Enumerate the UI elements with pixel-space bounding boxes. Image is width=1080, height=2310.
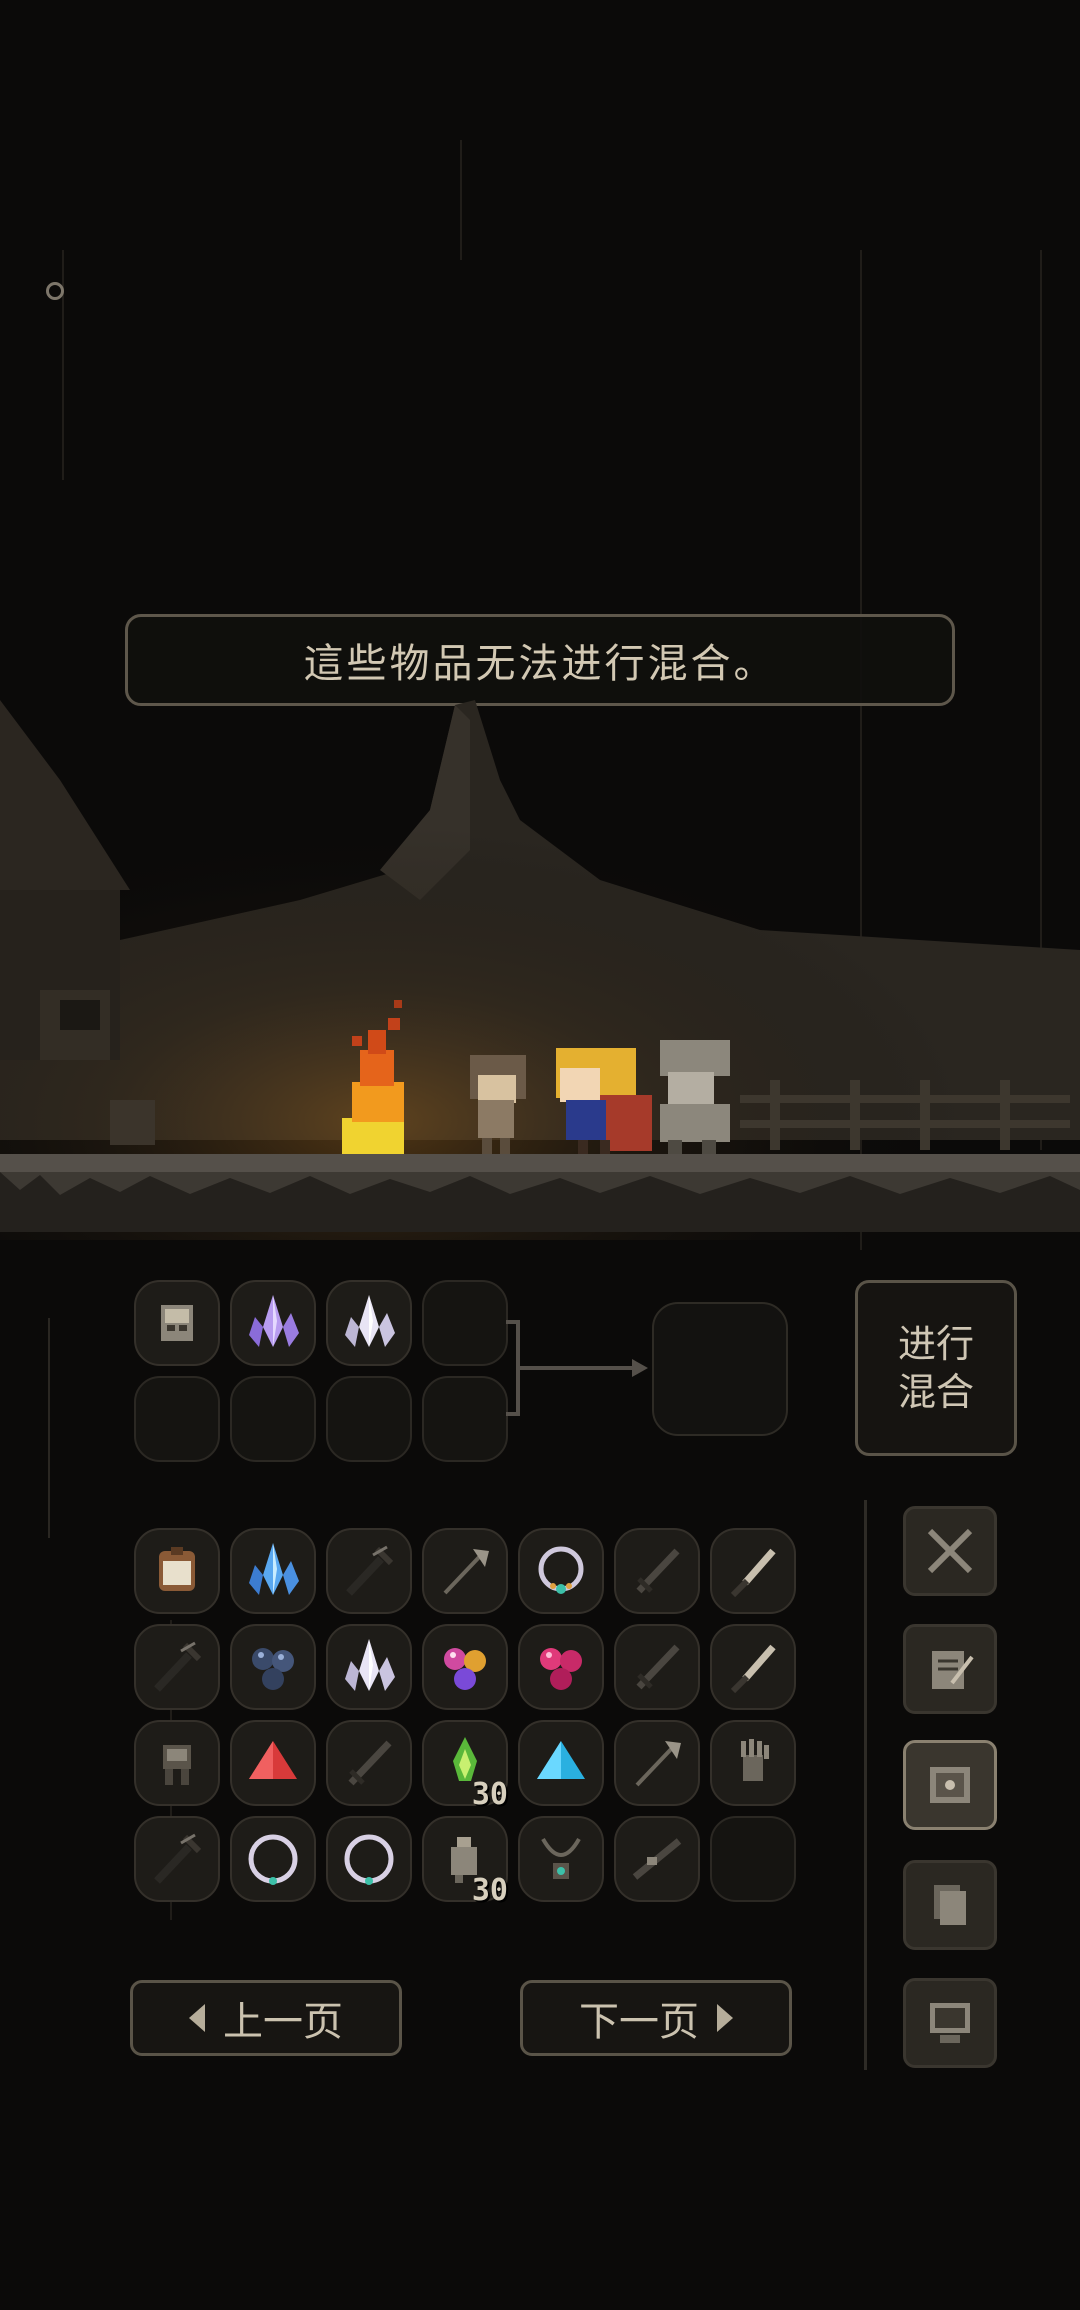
rain-streak: [62, 250, 64, 480]
bread-icon: [159, 1547, 195, 1591]
sword-icon: [636, 1548, 680, 1594]
inventory-slot[interactable]: [230, 1624, 316, 1710]
craft-slot-3[interactable]: [326, 1280, 412, 1366]
inventory-slot[interactable]: [710, 1720, 796, 1806]
craft-slot-7[interactable]: [326, 1376, 412, 1462]
inventory-slot[interactable]: [518, 1816, 604, 1902]
inventory-slot[interactable]: [614, 1816, 700, 1902]
armor-icon: [163, 1745, 191, 1785]
inventory-slot[interactable]: [326, 1528, 412, 1614]
inventory-grid: 30 30: [134, 1528, 796, 1908]
inventory-slot[interactable]: [518, 1528, 604, 1614]
ring-icon: [344, 1834, 394, 1885]
blue-crystal-icon: [249, 1543, 299, 1595]
inventory-slot[interactable]: [614, 1528, 700, 1614]
message-text: 這些物品无法进行混合。: [303, 641, 777, 687]
amulet-icon: [541, 1837, 581, 1879]
mix-button[interactable]: 进行 混合: [855, 1280, 1017, 1456]
item-count: 30: [471, 1873, 508, 1908]
skeleton-hand-icon: [741, 1739, 769, 1781]
rainbow-orbs-icon: [444, 1648, 486, 1690]
inventory-slot[interactable]: [134, 1720, 220, 1806]
craft-slot-4[interactable]: [422, 1280, 508, 1366]
tab-recipes[interactable]: [903, 1624, 997, 1714]
skull-rock-icon: [161, 1305, 193, 1341]
inventory-slot[interactable]: [326, 1720, 412, 1806]
inventory-slot[interactable]: [134, 1816, 220, 1902]
white-crystal-icon: [345, 1639, 395, 1691]
inventory-slot[interactable]: [422, 1528, 508, 1614]
white-crystal-icon: [345, 1295, 395, 1347]
inventory-slot[interactable]: [710, 1624, 796, 1710]
halberd-icon: [443, 1549, 489, 1595]
trident-icon: [154, 1641, 202, 1692]
inventory-slot[interactable]: [230, 1720, 316, 1806]
next-page-label: 下一页: [579, 1999, 699, 2045]
swords-icon: [927, 1528, 973, 1574]
combine-arrow-icon: [506, 1320, 648, 1416]
inventory-slot[interactable]: [230, 1816, 316, 1902]
inventory-slot[interactable]: [326, 1816, 412, 1902]
inventory-slot[interactable]: 30: [422, 1816, 508, 1908]
prev-page-button[interactable]: 上一页: [130, 1980, 402, 2056]
craft-result-slot: [652, 1302, 788, 1436]
craft-slot-2[interactable]: [230, 1280, 316, 1366]
map-icon: [930, 1767, 970, 1803]
tab-weapons[interactable]: [903, 1506, 997, 1596]
tab-map[interactable]: [903, 1740, 997, 1830]
inventory-slot[interactable]: [230, 1528, 316, 1614]
halberd-icon: [635, 1741, 681, 1787]
tab-documents[interactable]: [903, 1860, 997, 1950]
rain-streak: [460, 140, 462, 260]
rifle-icon: [632, 1838, 682, 1880]
divider: [48, 1318, 50, 1538]
craft-slot-8[interactable]: [422, 1376, 508, 1462]
dagger-icon: [730, 1548, 776, 1598]
inventory-slot[interactable]: [518, 1720, 604, 1806]
inventory-slot[interactable]: 30: [422, 1720, 508, 1812]
divider: [864, 1500, 867, 2070]
ring-icon: [248, 1834, 298, 1885]
dagger-icon: [730, 1644, 776, 1694]
scroll-icon: [932, 1651, 974, 1689]
prev-page-label: 上一页: [223, 1999, 343, 2045]
inventory-slot[interactable]: [614, 1720, 700, 1806]
computer-icon: [930, 2003, 970, 2043]
purple-crystal-icon: [249, 1295, 299, 1347]
sword-icon: [636, 1644, 680, 1690]
pink-orbs-icon: [540, 1648, 582, 1690]
necklace-icon: [538, 1546, 584, 1594]
campfire-scene: [0, 700, 1080, 1240]
documents-icon: [934, 1885, 966, 1925]
inventory-slot[interactable]: [518, 1624, 604, 1710]
inventory-slot[interactable]: [422, 1624, 508, 1710]
blue-pyramid-icon: [537, 1741, 585, 1779]
inventory-slot[interactable]: [614, 1624, 700, 1710]
message-banner: 這些物品无法进行混合。: [125, 614, 955, 706]
craft-slot-5[interactable]: [134, 1376, 220, 1462]
trident-icon: [346, 1545, 394, 1596]
next-page-button[interactable]: 下一页: [520, 1980, 792, 2056]
inventory-slot[interactable]: [326, 1624, 412, 1710]
craft-slot-1[interactable]: [134, 1280, 220, 1366]
dark-orbs-icon: [252, 1648, 294, 1690]
inventory-slot[interactable]: [134, 1624, 220, 1710]
trident-icon: [154, 1833, 202, 1884]
inventory-slot[interactable]: [710, 1528, 796, 1614]
inventory-slot-empty[interactable]: [710, 1816, 796, 1902]
item-count: 30: [471, 1777, 508, 1812]
chevron-right-icon: [717, 2004, 733, 2032]
ground: [0, 1154, 1080, 1172]
craft-slot-6[interactable]: [230, 1376, 316, 1462]
red-pyramid-icon: [249, 1741, 297, 1779]
chevron-left-icon: [189, 2004, 205, 2032]
sword-icon: [348, 1740, 392, 1786]
mix-button-label-2: 混合: [897, 1370, 974, 1414]
tab-computer[interactable]: [903, 1978, 997, 2068]
inventory-slot[interactable]: [134, 1528, 220, 1614]
mix-button-label-1: 进行: [897, 1322, 974, 1366]
